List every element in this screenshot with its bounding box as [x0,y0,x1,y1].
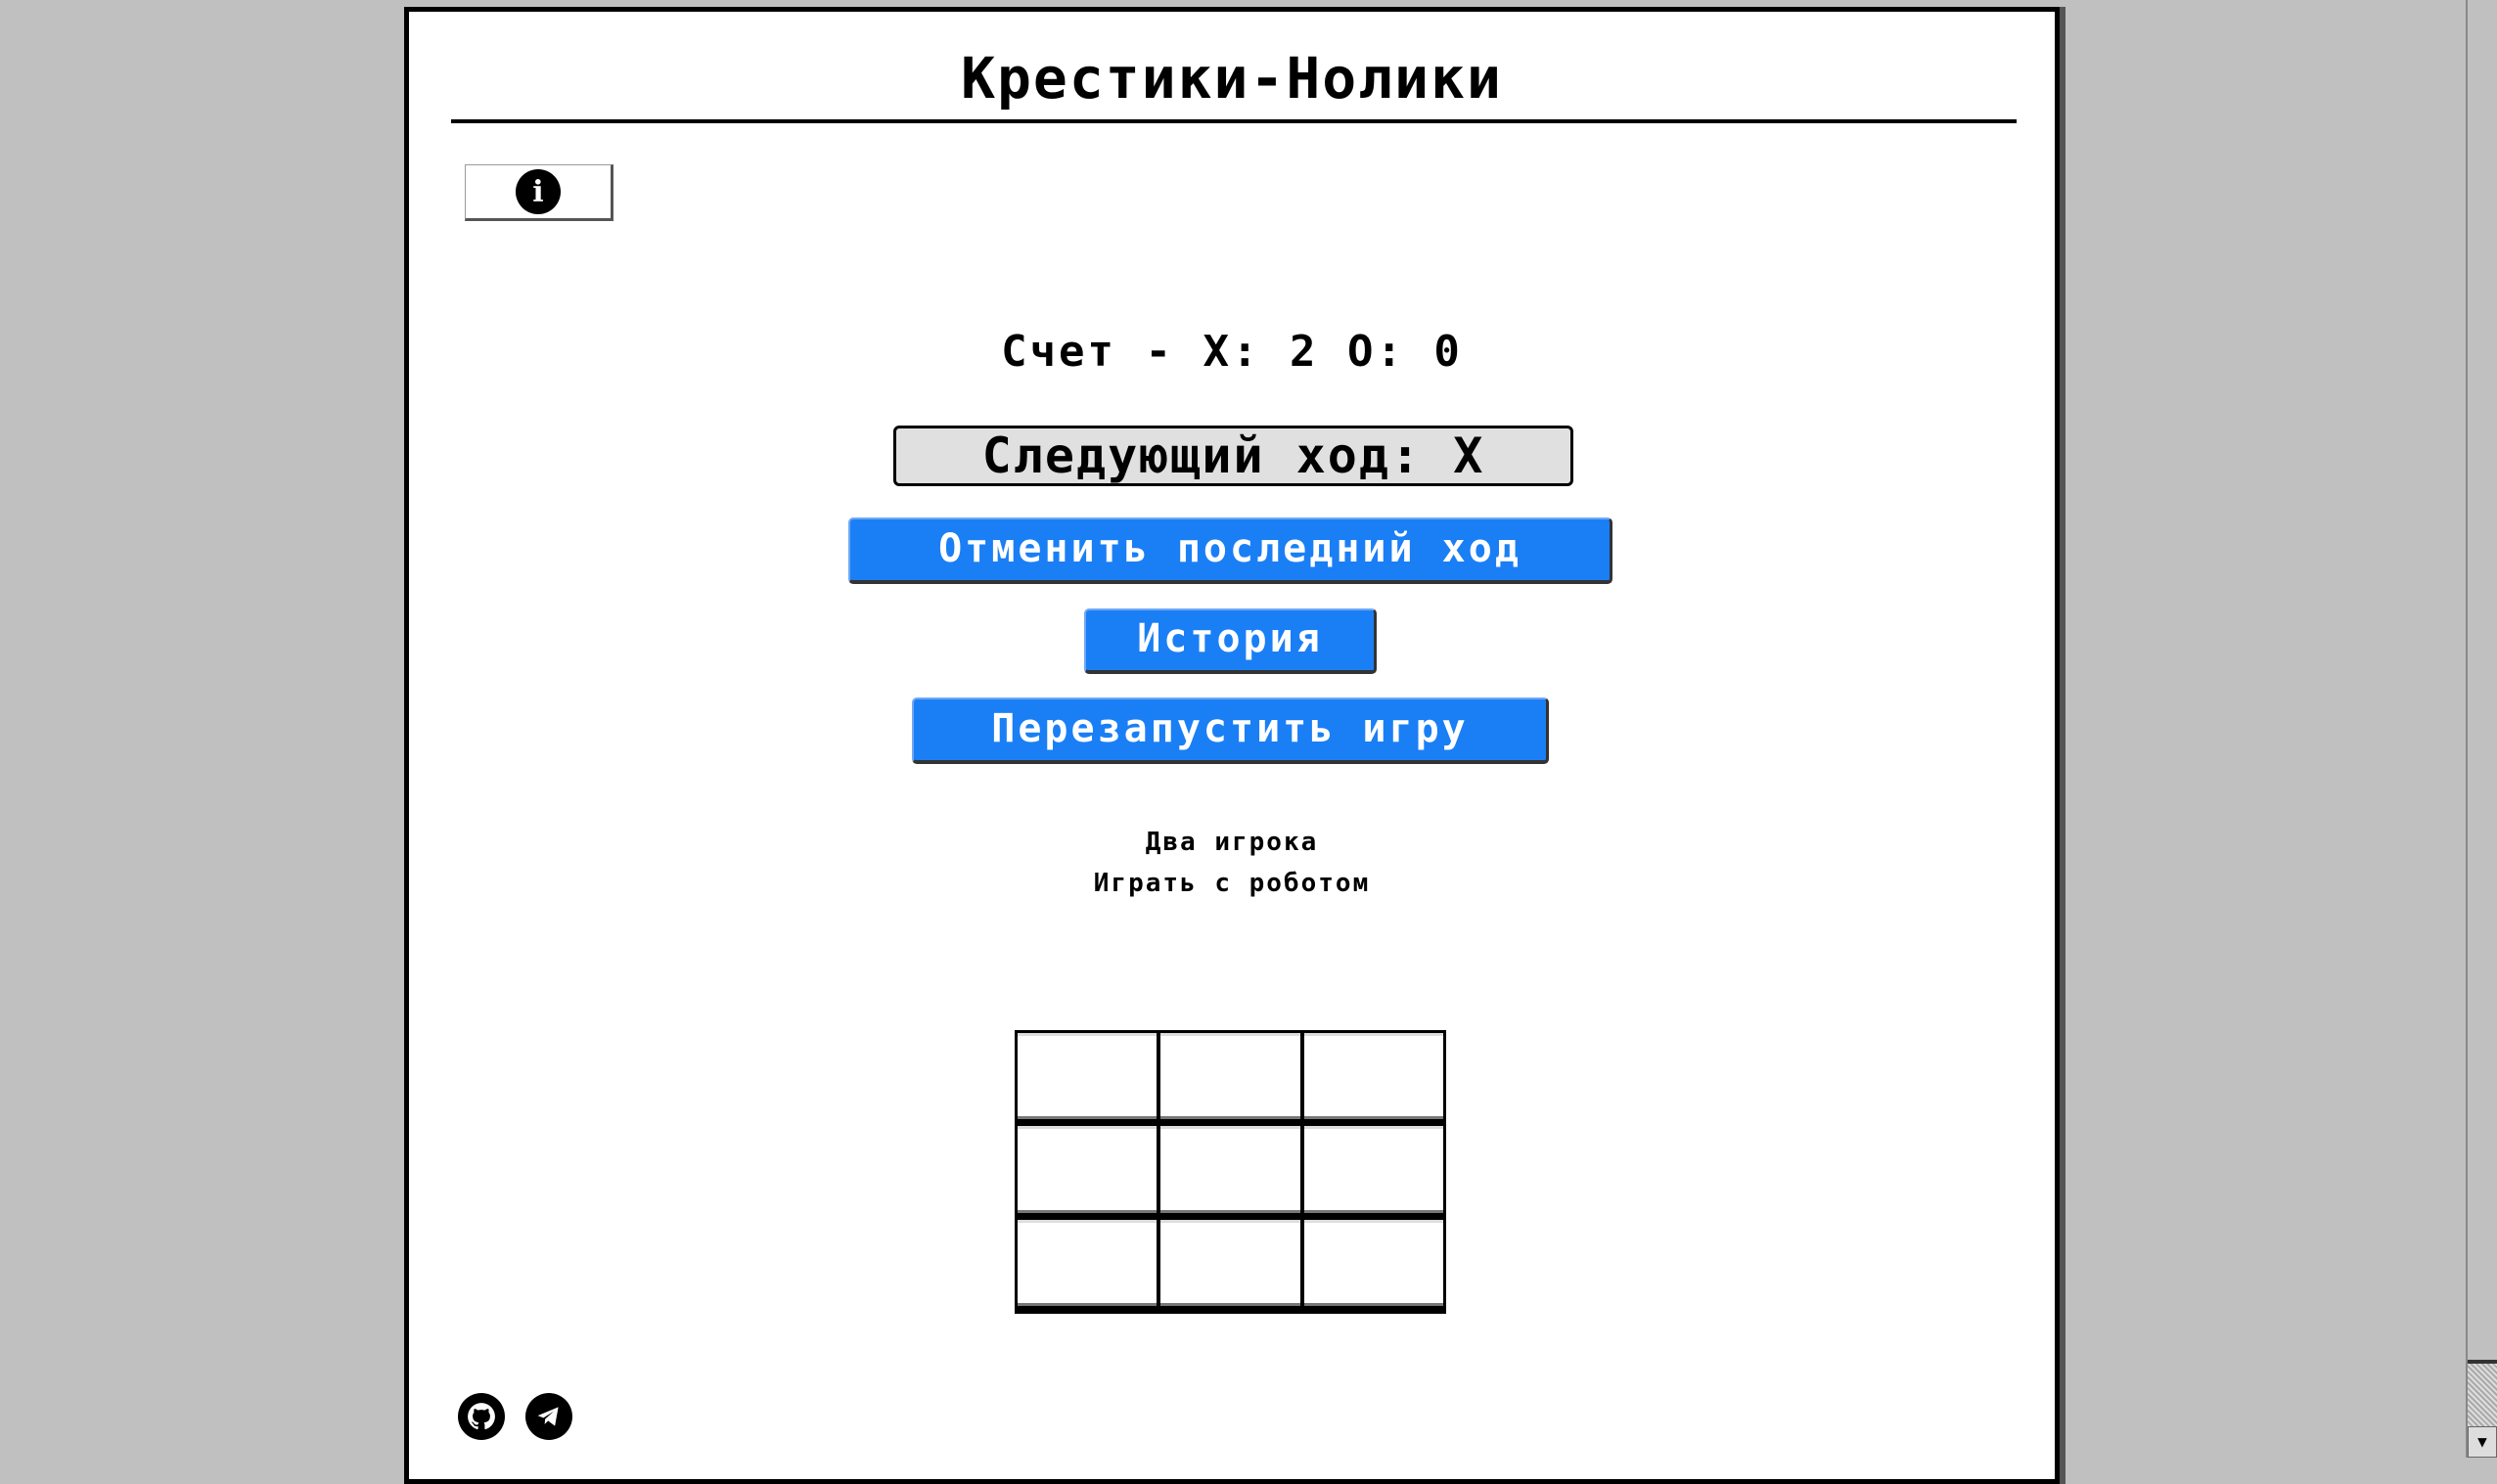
game-board [1015,1030,1446,1314]
score-display: Счет - X: 2 O: 0 [1001,327,1463,377]
info-icon: i [516,169,561,214]
github-icon[interactable] [458,1393,505,1440]
board-cell[interactable] [1018,1219,1158,1306]
board-cell[interactable] [1018,1033,1158,1120]
mode-two-players[interactable]: Два игрока [409,828,2055,857]
board-cell[interactable] [1303,1219,1443,1306]
scrollbar-track[interactable] [2468,1364,2497,1428]
info-button[interactable]: i [465,164,613,221]
board-cell[interactable] [1160,1033,1300,1120]
history-button[interactable]: История [1084,608,1377,674]
vertical-scrollbar[interactable]: ▼ [2466,0,2497,1458]
scrollbar-thumb[interactable] [2468,49,2497,1364]
restart-button[interactable]: Перезапустить игру [912,697,1549,764]
page-title: Крестики-Нолики [961,45,1503,112]
telegram-icon[interactable] [525,1393,572,1440]
board-cell[interactable] [1018,1126,1158,1213]
next-turn-indicator: Следующий ход: X [893,426,1573,486]
board-cell[interactable] [1303,1126,1443,1213]
board-cell[interactable] [1160,1219,1300,1306]
board-cell[interactable] [1160,1126,1300,1213]
undo-button[interactable]: Отменить последний ход [848,517,1612,584]
game-panel: Крестики-Нолики i Счет - X: 2 O: 0 Следу… [404,7,2060,1484]
title-divider [451,119,2017,123]
scroll-down-icon[interactable]: ▼ [2468,1426,2497,1458]
mode-vs-robot[interactable]: Играть с роботом [409,869,2055,898]
board-cell[interactable] [1303,1033,1443,1120]
